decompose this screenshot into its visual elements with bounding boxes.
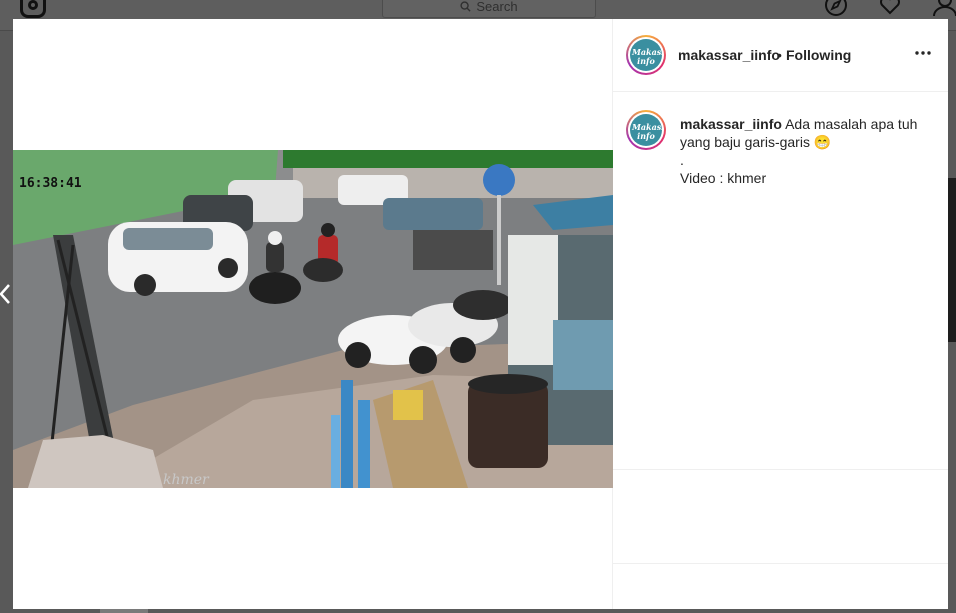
video-watermark: khmer [163, 472, 210, 488]
search-placeholder: Search [476, 0, 518, 14]
instagram-icon[interactable] [20, 0, 46, 18]
more-options-icon[interactable] [913, 43, 933, 63]
username-link[interactable]: makassar_iinfo [678, 47, 780, 63]
caption-username[interactable]: makassar_iinfo [680, 116, 782, 132]
previous-post-arrow-icon[interactable] [0, 282, 12, 306]
search-icon [460, 0, 471, 12]
divider [613, 469, 948, 470]
divider [613, 563, 948, 564]
caption-dot-line: . [680, 152, 684, 168]
post-info-panel: Makassar info makassar_iinfo • Following… [613, 19, 948, 609]
following-button[interactable]: Following [786, 47, 851, 63]
caption-avatar[interactable]: Makassar info [626, 110, 666, 150]
post-modal: 16:38:41 khmer Makassar info makassar_ii… [13, 19, 948, 609]
caption-credit: Video : khmer [680, 170, 767, 186]
profile-icon[interactable] [932, 0, 956, 16]
video-player[interactable]: 16:38:41 khmer [13, 150, 613, 488]
avatar-text: Makassar info [632, 47, 662, 66]
avatar[interactable]: Makassar info [626, 35, 666, 75]
heart-icon[interactable] [879, 0, 901, 16]
grin-emoji-icon: 😁 [813, 134, 832, 150]
media-area: 16:38:41 khmer [13, 19, 613, 609]
separator-dot: • [777, 47, 782, 63]
next-post-preview [948, 178, 956, 342]
post-header: Makassar info makassar_iinfo • Following [613, 19, 948, 92]
compass-icon[interactable] [825, 0, 847, 16]
search-input[interactable]: Search [382, 0, 596, 18]
post-caption: makassar_iinfo Ada masalah apa tuh yang … [680, 115, 930, 187]
caption-avatar-text: Makassar info [632, 122, 662, 141]
video-timestamp: 16:38:41 [19, 176, 82, 191]
